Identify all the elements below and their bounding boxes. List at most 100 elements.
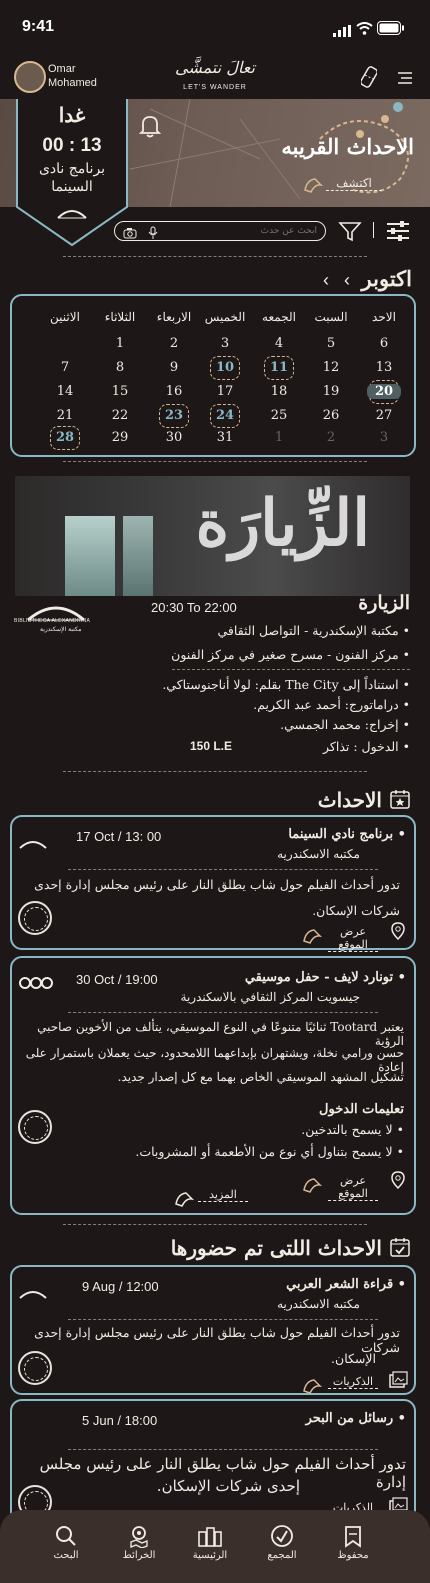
section-divider xyxy=(63,1224,367,1225)
event-venue: مكتبه الاسكندريه xyxy=(277,847,360,861)
calendar-day[interactable]: 9 xyxy=(157,360,191,375)
calendar-day[interactable]: 23 xyxy=(157,408,191,423)
calendar-day[interactable]: 4 xyxy=(262,336,296,351)
countdown-program-line2: السينما xyxy=(51,179,93,195)
partner-name: BIBLIOTHECA ALEXANDRINA xyxy=(14,618,91,624)
section-divider xyxy=(63,461,367,462)
calendar-day[interactable]: 18 xyxy=(262,384,296,399)
calendar-day[interactable]: 28 xyxy=(48,430,82,445)
stamp-icon xyxy=(18,1110,52,1144)
search-divider xyxy=(373,222,374,238)
featured-time: 20:30 To 22:00 xyxy=(151,600,237,615)
calendar-weekday: الاربعاء xyxy=(156,310,192,324)
section-divider xyxy=(63,256,367,257)
calendar-day[interactable]: 17 xyxy=(208,384,242,399)
calendar-day[interactable]: 2 xyxy=(157,336,191,351)
nav-compass[interactable]: المجمع xyxy=(252,1524,312,1561)
next-month-button[interactable]: ‹ xyxy=(344,270,350,291)
menu-icon[interactable] xyxy=(396,70,412,89)
banner-window xyxy=(123,516,153,596)
calendar-day[interactable]: 22 xyxy=(103,408,137,423)
event-description: شركات الإسكان. xyxy=(312,903,400,918)
entry-rule: • لا يسمح بتناول أي نوع من الأطعمة أو ال… xyxy=(135,1144,404,1159)
nav-label: البحث xyxy=(53,1550,79,1561)
search-input[interactable] xyxy=(170,223,319,239)
camera-icon[interactable] xyxy=(123,224,137,243)
library-logo xyxy=(18,1285,48,1304)
nav-label: محفوظ xyxy=(337,1550,369,1561)
event-description: يعتبر Tootard ثنائيًا متنوعًا في النوع ا… xyxy=(37,1020,404,1048)
countdown-badge[interactable]: غدا 00 : 13 برنامج نادى السينما xyxy=(16,99,128,247)
events-section-title: الاحداث xyxy=(317,788,382,812)
ticket-icon[interactable] xyxy=(360,66,378,92)
status-time: 9:41 xyxy=(22,18,55,35)
filter-icon[interactable] xyxy=(338,220,362,246)
calendar-day[interactable]: 20 xyxy=(367,384,401,399)
calendar-day[interactable]: 14 xyxy=(48,384,82,399)
calendar-day[interactable]: 19 xyxy=(314,384,348,399)
calendar-day[interactable]: 16 xyxy=(157,384,191,399)
calendar-day[interactable]: 2 xyxy=(314,430,348,445)
calendar-day[interactable]: 10 xyxy=(208,360,242,375)
library-logo xyxy=(18,835,48,854)
photo-album-icon[interactable] xyxy=(388,1371,408,1395)
featured-banner[interactable]: الزِّيارَة xyxy=(15,476,410,596)
event-card[interactable]: • برنامج نادي السينما مكتبه الاسكندريه 1… xyxy=(10,815,416,952)
calendar-weekday: الثلاثاء xyxy=(104,310,136,324)
event-date: 17 Oct / 13: 00 xyxy=(76,829,162,844)
calendar-day[interactable]: 21 xyxy=(48,408,82,423)
sliders-icon[interactable] xyxy=(385,219,411,247)
view-location-button[interactable]: عرض الموقع xyxy=(328,925,378,952)
calendar-day[interactable]: 13 xyxy=(367,360,401,375)
calendar-day[interactable]: 6 xyxy=(367,336,401,351)
hero-title: الاحداث القريبه xyxy=(281,134,414,159)
featured-divider xyxy=(172,669,410,670)
calendar-day[interactable]: 7 xyxy=(48,360,82,375)
location-pin-icon[interactable] xyxy=(388,1170,408,1194)
featured-title: الزيارة xyxy=(358,592,410,614)
nav-maps[interactable]: الخرائط xyxy=(109,1524,169,1561)
memories-button[interactable]: الذكريات xyxy=(328,1375,378,1389)
view-location-button[interactable]: عرض الموقع xyxy=(328,1174,378,1201)
calendar-check-icon xyxy=(389,1236,411,1262)
event-description: تدور أحداث الفيلم حول شاب يطلق النار على… xyxy=(34,877,400,892)
event-date: 30 Oct / 19:00 xyxy=(76,972,158,987)
microphone-icon[interactable] xyxy=(148,224,158,243)
calendar-day[interactable]: 5 xyxy=(314,336,348,351)
calendar-day[interactable]: 11 xyxy=(262,360,296,375)
nav-search[interactable]: البحث xyxy=(36,1524,96,1561)
calendar-day[interactable]: 27 xyxy=(367,408,401,423)
event-description: تشكيل المشهد الموسيقي الخاص بهما مع كل إ… xyxy=(117,1070,404,1084)
featured-line: • الدخول : تذاكر xyxy=(323,739,410,754)
calendar-day[interactable]: 30 xyxy=(157,430,191,445)
calendar-day[interactable]: 26 xyxy=(314,408,348,423)
calendar-day[interactable]: 24 xyxy=(208,408,242,423)
more-button[interactable]: المزيد xyxy=(198,1188,248,1202)
signal-icon xyxy=(333,22,353,41)
avatar[interactable] xyxy=(14,61,46,93)
attended-section-title: الاحداث اللتى تم حضورها xyxy=(170,1236,382,1260)
prev-month-button[interactable]: ‹ xyxy=(323,270,329,291)
calendar-day[interactable]: 3 xyxy=(208,336,242,351)
calendar-day[interactable]: 1 xyxy=(262,430,296,445)
section-divider xyxy=(63,771,367,772)
calendar-day[interactable]: 8 xyxy=(103,360,137,375)
bell-icon[interactable] xyxy=(138,113,162,143)
calendar-day[interactable]: 12 xyxy=(314,360,348,375)
calendar-day[interactable]: 29 xyxy=(103,430,137,445)
calendar-day[interactable]: 31 xyxy=(208,430,242,445)
event-title: • قراءة الشعر العربي xyxy=(286,1277,406,1292)
partner-name-arabic: مكتبة الإسكندرية xyxy=(40,626,82,633)
event-card[interactable]: • تونارد لايف - حفل موسيقي جيسويت المركز… xyxy=(10,956,416,1215)
attended-card[interactable]: • قراءة الشعر العربي مكتبه الاسكندريه 9 … xyxy=(10,1265,416,1395)
app-logo-arabic: تعالَ نتمشَّى xyxy=(175,58,255,77)
calendar-day[interactable]: 3 xyxy=(367,430,401,445)
calendar-day[interactable]: 15 xyxy=(103,384,137,399)
explore-button[interactable]: اكتشف xyxy=(326,176,382,191)
hand-pointer-icon xyxy=(303,176,324,198)
nav-home[interactable]: الرئيسية xyxy=(180,1524,240,1561)
location-pin-icon[interactable] xyxy=(388,921,408,945)
calendar-day[interactable]: 1 xyxy=(103,336,137,351)
calendar-day[interactable]: 25 xyxy=(262,408,296,423)
nav-saved[interactable]: محفوظ xyxy=(323,1524,383,1561)
